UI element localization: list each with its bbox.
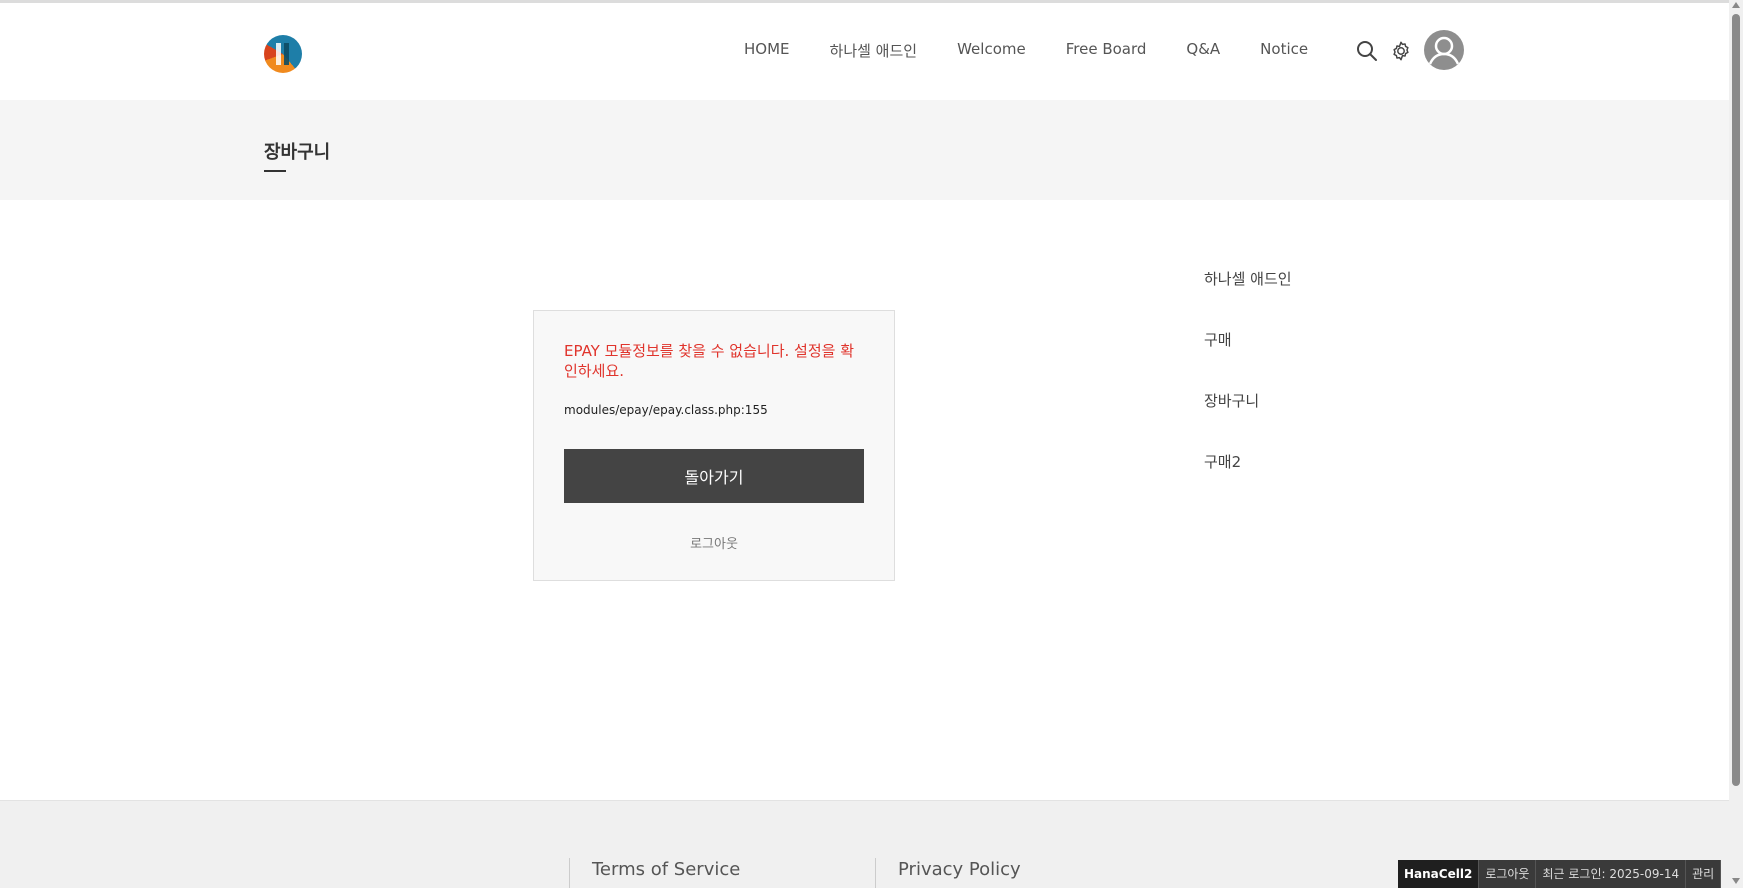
side-item-purchase[interactable]: 구매: [1204, 330, 1292, 391]
side-item-purchase2[interactable]: 구매2: [1204, 452, 1292, 513]
side-menu: 하나셀 애드인 구매 장바구니 구매2: [1204, 269, 1292, 513]
admin-bar: HanaCell2 로그아웃 최근 로그인: 2025-09-14 관리: [1398, 860, 1722, 888]
error-box: EPAY 모듈정보를 찾을 수 없습니다. 설정을 확인하세요. modules…: [533, 310, 895, 581]
error-path: modules/epay/epay.class.php:155: [564, 403, 768, 417]
logout-link[interactable]: 로그아웃: [534, 533, 894, 552]
site-header: HOME 하나셀 애드인 Welcome Free Board Q&A Noti…: [0, 3, 1729, 100]
privacy-link[interactable]: Privacy Policy: [875, 858, 1021, 888]
terms-link[interactable]: Terms of Service: [569, 858, 740, 888]
side-item-hanacell-addin[interactable]: 하나셀 애드인: [1204, 269, 1292, 330]
nav-qna[interactable]: Q&A: [1186, 40, 1220, 61]
admin-bar-last-login: 최근 로그인: 2025-09-14: [1536, 860, 1687, 888]
error-message: EPAY 모듈정보를 찾을 수 없습니다. 설정을 확인하세요.: [564, 342, 855, 380]
admin-bar-manage[interactable]: 관리: [1686, 860, 1722, 888]
page-title-band: 장바구니: [0, 100, 1729, 200]
site-logo-icon[interactable]: [264, 35, 302, 73]
nav-home[interactable]: HOME: [744, 40, 790, 61]
admin-bar-logout[interactable]: 로그아웃: [1479, 860, 1537, 888]
nav-free-board[interactable]: Free Board: [1066, 40, 1147, 61]
search-icon[interactable]: [1356, 40, 1378, 62]
side-item-cart[interactable]: 장바구니: [1204, 391, 1292, 452]
page-scrollbar[interactable]: [1729, 0, 1743, 888]
title-underline: [264, 170, 286, 172]
nav-hanacell-addin[interactable]: 하나셀 애드인: [830, 40, 918, 61]
admin-bar-site[interactable]: HanaCell2: [1398, 860, 1480, 888]
scroll-thumb[interactable]: [1732, 14, 1740, 786]
nav-welcome[interactable]: Welcome: [957, 40, 1026, 61]
nav-notice[interactable]: Notice: [1260, 40, 1308, 61]
main-nav: HOME 하나셀 애드인 Welcome Free Board Q&A Noti…: [744, 40, 1308, 61]
scroll-up-arrow-icon[interactable]: [1732, 2, 1740, 8]
scroll-down-arrow-icon[interactable]: [1732, 878, 1740, 884]
gear-icon[interactable]: [1390, 40, 1412, 62]
page-title: 장바구니: [264, 142, 331, 163]
user-avatar-icon[interactable]: [1424, 30, 1464, 70]
back-button[interactable]: 돌아가기: [564, 449, 864, 503]
